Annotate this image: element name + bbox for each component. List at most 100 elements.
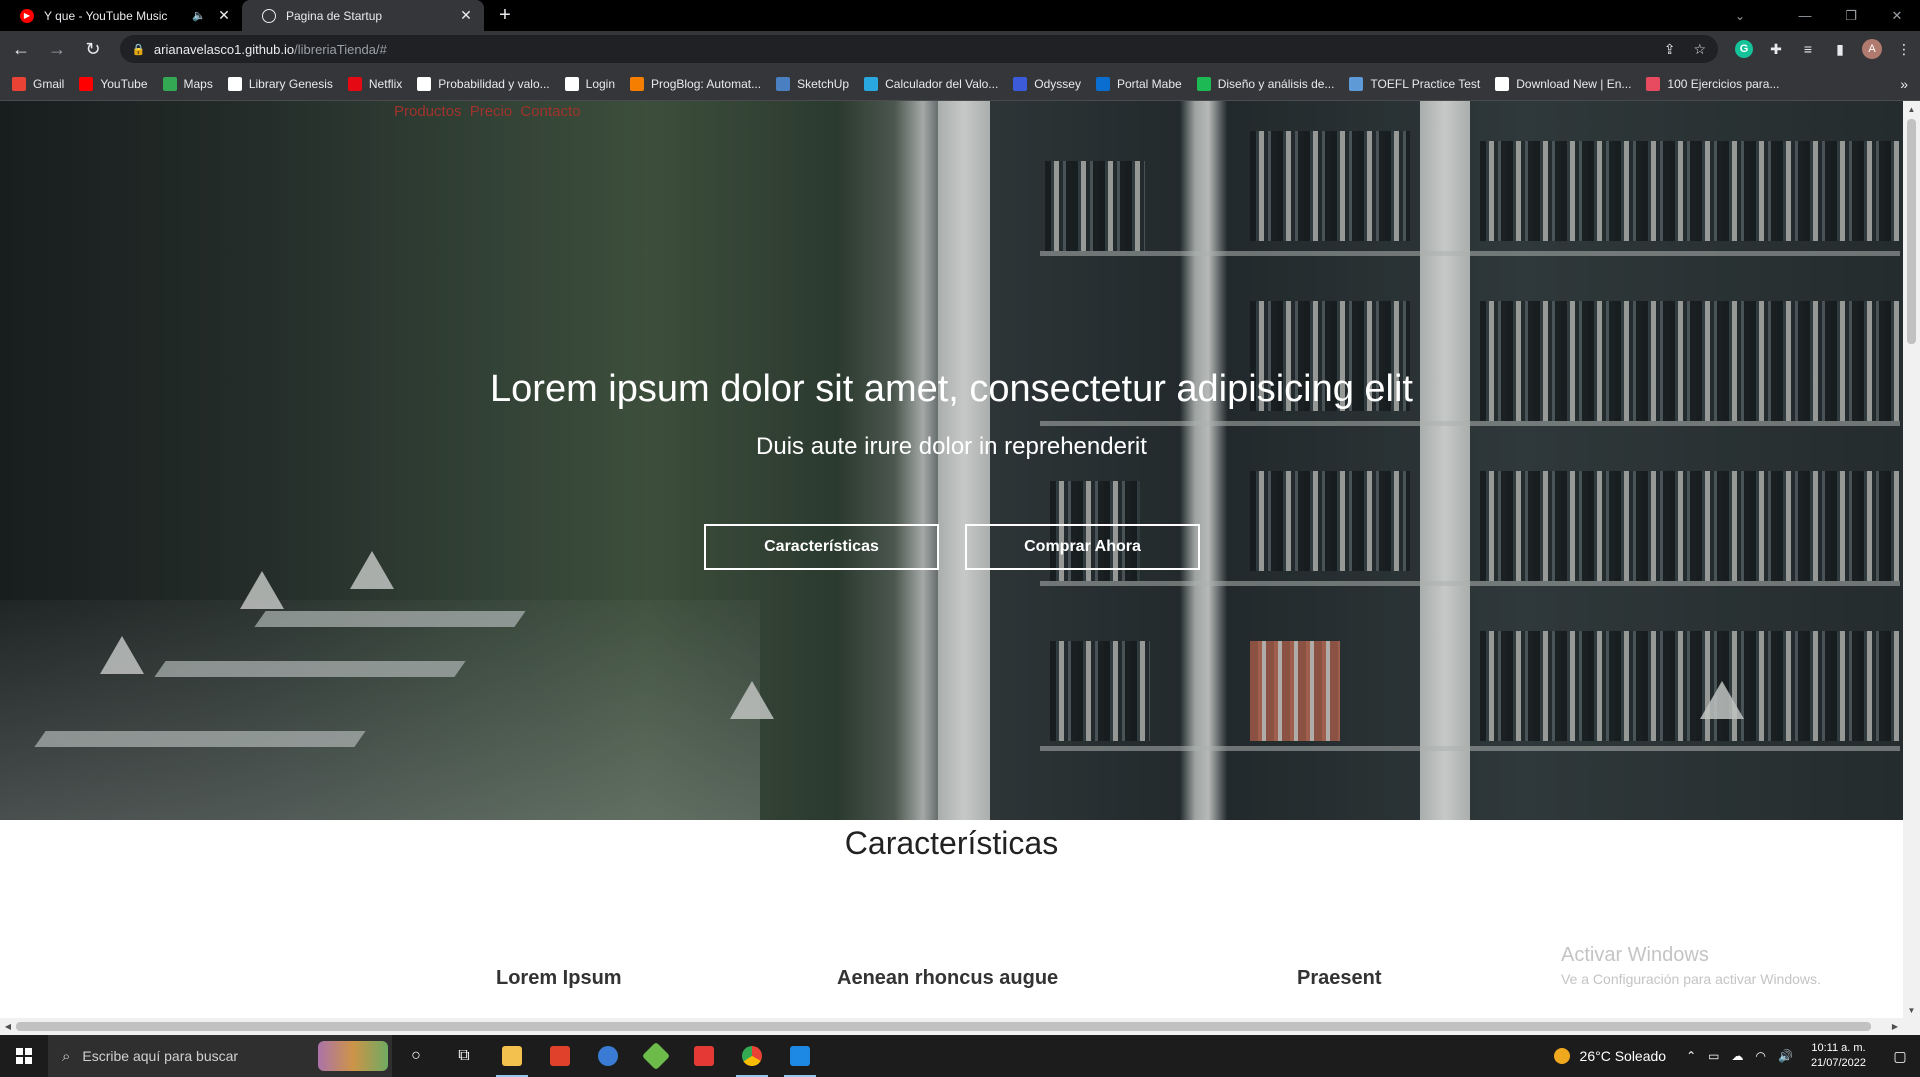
office-icon[interactable] — [536, 1035, 584, 1077]
toefl-icon — [1349, 76, 1364, 91]
features-button[interactable]: Características — [704, 524, 939, 570]
horizontal-scroll-thumb[interactable] — [16, 1022, 1871, 1031]
clock-time: 10:11 a. m. — [1811, 1042, 1866, 1054]
bookmark-item[interactable]: ProgBlog: Automat... — [630, 76, 762, 91]
bookmark-item[interactable]: Odyssey — [1013, 76, 1081, 91]
meet-now-icon[interactable]: ▭ — [1708, 1049, 1719, 1063]
bookmark-item[interactable]: Login — [564, 76, 616, 91]
horizontal-scrollbar[interactable]: ◀ ▶ — [0, 1018, 1903, 1035]
bookmark-label: Probabilidad y valo... — [438, 76, 550, 91]
bookmark-label: Login — [585, 76, 616, 91]
bookmark-item[interactable]: Download New | En... — [1495, 76, 1631, 91]
bookmark-label: Maps — [183, 76, 213, 91]
share-icon[interactable]: ⇪ — [1664, 41, 1676, 58]
page-viewport: Productos Precio Contacto Lorem ipsum do… — [0, 101, 1920, 1035]
bookmark-item[interactable]: Netflix — [347, 76, 402, 91]
address-bar[interactable]: 🔒 arianavelasco1.github.io/libreriaTiend… — [119, 35, 1719, 63]
reload-icon[interactable]: ↻ — [78, 34, 108, 64]
bookmark-item[interactable]: Gmail — [12, 76, 64, 91]
buy-now-button[interactable]: Comprar Ahora — [965, 524, 1200, 570]
sun-icon[interactable] — [1553, 1048, 1570, 1064]
bookmark-item[interactable]: Portal Mabe — [1095, 76, 1182, 91]
netflix-icon — [347, 76, 362, 91]
scroll-right-icon[interactable]: ▶ — [1887, 1018, 1903, 1035]
tab-strip: ▶ Y que - YouTube Music 🔈 ✕ Pagina de St… — [0, 0, 1920, 31]
wps-office-icon[interactable] — [680, 1035, 728, 1077]
weather-text[interactable]: 26°C Soleado — [1580, 1048, 1667, 1064]
bookmark-item[interactable]: Library Genesis — [227, 76, 333, 91]
firefox-icon[interactable] — [584, 1035, 632, 1077]
vertical-scrollbar[interactable]: ▲ ▼ — [1903, 101, 1920, 1035]
bookmark-label: TOEFL Practice Test — [1370, 76, 1481, 91]
tab-pagina-startup[interactable]: Pagina de Startup ✕ — [242, 0, 484, 31]
restore-icon[interactable]: ❐ — [1828, 0, 1874, 31]
bookmarks-more-icon[interactable]: » — [1900, 67, 1908, 101]
watermark-subtitle: Ve a Configuración para activar Windows. — [1561, 971, 1821, 987]
feature-title: Aenean rhoncus augue — [837, 967, 1059, 989]
system-tray: 26°C Soleado ⌃ ▭ ☁ ◠ 🔊 10:11 a. m. 21/07… — [1553, 1035, 1920, 1077]
scroll-up-icon[interactable]: ▲ — [1903, 101, 1920, 117]
chevron-up-icon[interactable]: ⌃ — [1686, 1049, 1696, 1063]
minimize-icon[interactable]: — — [1782, 0, 1828, 31]
bookmark-item[interactable]: Probabilidad y valo... — [417, 76, 550, 91]
nav-link-contacto[interactable]: Contacto — [520, 103, 580, 120]
puzzle-icon[interactable]: ✚ — [1760, 35, 1792, 63]
task-view-icon[interactable]: ⧉ — [440, 1035, 488, 1077]
taskbar-search-box[interactable]: ⌕ Escribe aquí para buscar — [48, 1035, 392, 1077]
git-kraken-icon[interactable] — [632, 1035, 680, 1077]
watermark-title: Activar Windows — [1561, 944, 1709, 966]
menu-dots-icon[interactable]: ⋮ — [1888, 35, 1920, 63]
bookmark-item[interactable]: Maps — [162, 76, 213, 91]
hero-section: Productos Precio Contacto Lorem ipsum do… — [0, 101, 1903, 820]
chrome-icon[interactable] — [728, 1035, 776, 1077]
top-navigation: Productos Precio Contacto — [394, 103, 584, 120]
tab-youtube-music[interactable]: ▶ Y que - YouTube Music 🔈 ✕ — [0, 0, 242, 31]
lock-icon[interactable]: 🔒 — [132, 43, 146, 56]
nav-link-precio[interactable]: Precio — [470, 103, 513, 120]
bookmark-item[interactable]: 100 Ejercicios para... — [1646, 76, 1779, 91]
profile-avatar[interactable]: A — [1862, 39, 1883, 59]
cortana-icon[interactable]: ○ — [392, 1035, 440, 1077]
library-genesis-icon — [227, 76, 242, 91]
nav-link-productos[interactable]: Productos — [394, 103, 462, 120]
grammarly-icon[interactable]: G — [1735, 40, 1754, 58]
scroll-left-icon[interactable]: ◀ — [0, 1018, 16, 1035]
bookmark-label: Calculador del Valo... — [885, 76, 999, 91]
volume-icon[interactable]: 🔊 — [1778, 1049, 1793, 1063]
forward-arrow-icon[interactable]: → — [42, 34, 72, 64]
scroll-down-icon[interactable]: ▼ — [1903, 1002, 1920, 1018]
vertical-scroll-thumb[interactable] — [1907, 119, 1916, 344]
clock[interactable]: 10:11 a. m. 21/07/2022 — [1811, 1041, 1866, 1071]
tab-search-icon[interactable]: ⌄ — [1725, 0, 1755, 31]
bookmark-item[interactable]: YouTube — [79, 76, 148, 91]
globe-icon — [564, 76, 579, 91]
bookmark-label: ProgBlog: Automat... — [651, 76, 762, 91]
close-window-icon[interactable]: ✕ — [1874, 0, 1920, 31]
search-highlight-illustration — [318, 1041, 388, 1071]
section-title: Características — [844, 825, 1059, 861]
bookmark-item[interactable]: TOEFL Practice Test — [1349, 76, 1481, 91]
close-tab-icon[interactable]: ✕ — [216, 7, 232, 24]
media-control-icon[interactable]: ≡ — [1792, 35, 1824, 63]
file-explorer-icon[interactable] — [488, 1035, 536, 1077]
bookmark-label: Library Genesis — [248, 76, 333, 91]
star-icon[interactable]: ☆ — [1693, 41, 1706, 58]
search-icon: ⌕ — [62, 1047, 71, 1065]
bookmark-item[interactable]: Calculador del Valo... — [864, 76, 999, 91]
side-panel-icon[interactable]: ▮ — [1824, 35, 1856, 63]
bookmark-item[interactable]: Diseño y análisis de... — [1196, 76, 1334, 91]
onedrive-icon[interactable]: ☁ — [1732, 1049, 1744, 1063]
youtube-music-icon: ▶ — [20, 8, 34, 23]
wifi-icon[interactable]: ◠ — [1756, 1049, 1766, 1063]
download-icon — [1495, 76, 1510, 91]
close-tab-icon[interactable]: ✕ — [458, 7, 474, 24]
new-tab-button[interactable]: + — [490, 0, 520, 31]
notification-icon[interactable]: ▢ — [1880, 1035, 1920, 1077]
speaker-icon[interactable]: 🔈 — [192, 9, 206, 22]
vscode-icon[interactable] — [776, 1035, 824, 1077]
a-letter-icon — [1196, 76, 1211, 91]
start-button[interactable] — [0, 1035, 48, 1077]
back-arrow-icon[interactable]: ← — [6, 34, 36, 64]
bookmark-item[interactable]: SketchUp — [776, 76, 849, 91]
bookmark-label: YouTube — [100, 76, 148, 91]
